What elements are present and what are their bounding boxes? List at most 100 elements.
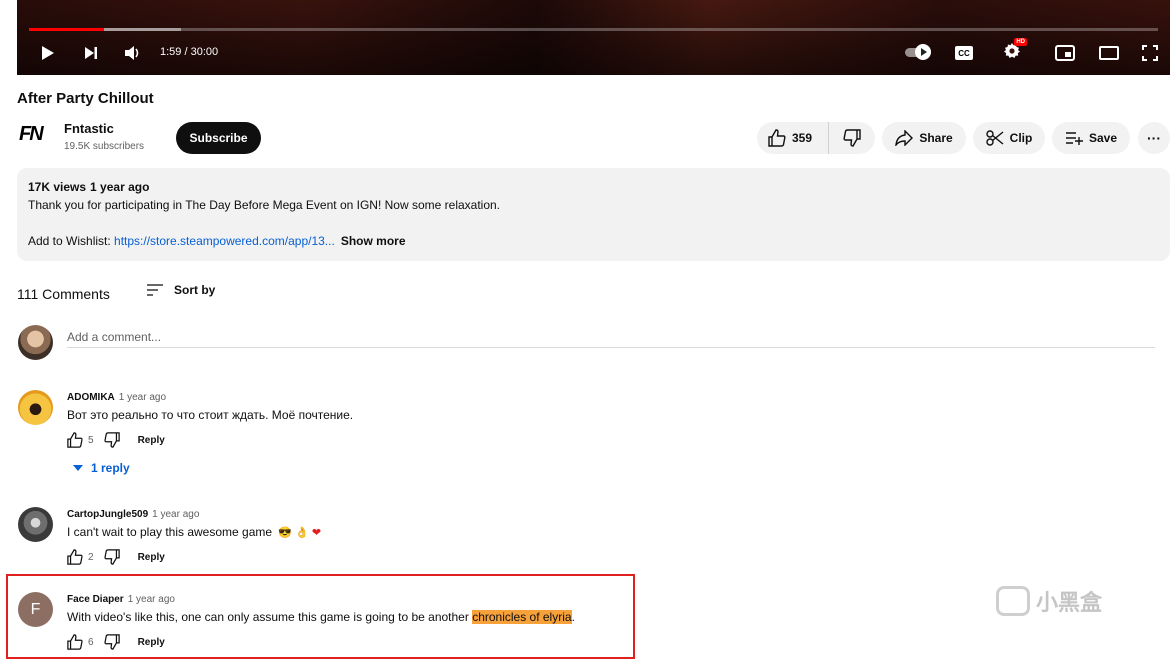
- scissors-icon: [985, 130, 1004, 146]
- share-icon: [895, 130, 914, 146]
- fullscreen-button[interactable]: [1138, 42, 1162, 64]
- reply-button[interactable]: Reply: [138, 637, 165, 648]
- miniplayer-icon: [1055, 45, 1075, 61]
- comment-like-count: 2: [88, 551, 94, 563]
- sort-icon: [147, 284, 163, 296]
- watermark-logo-icon: [996, 586, 1030, 616]
- description-meta: 17K views 1 year ago: [28, 180, 153, 194]
- captions-icon: CC: [955, 46, 973, 60]
- thumbs-up-icon[interactable]: [67, 432, 83, 448]
- hd-badge: HD: [1014, 37, 1027, 46]
- commenter-avatar[interactable]: [18, 390, 53, 425]
- comment-author[interactable]: CartopJungle509: [67, 509, 148, 520]
- like-count: 359: [792, 131, 813, 145]
- share-label: Share: [919, 131, 953, 145]
- reply-button[interactable]: Reply: [138, 552, 165, 563]
- next-icon: [85, 47, 97, 59]
- clip-button[interactable]: Clip: [973, 122, 1045, 154]
- sunglasses-emoji-icon: 😎: [278, 527, 293, 539]
- commenter-avatar[interactable]: F: [18, 592, 53, 627]
- caret-down-icon: [73, 465, 83, 471]
- progress-played: [29, 28, 104, 31]
- autoplay-toggle[interactable]: [905, 44, 933, 60]
- description-text: Thank you for participating in The Day B…: [28, 198, 501, 212]
- replies-count: 1 reply: [91, 461, 130, 475]
- time-display: 1:59 / 30:00: [160, 46, 219, 58]
- thumbs-up-icon[interactable]: [67, 549, 83, 565]
- comment-header: Face Diaper 1 year ago: [67, 594, 175, 605]
- comment-author[interactable]: Face Diaper: [67, 594, 124, 605]
- autoplay-play-icon: [915, 44, 931, 60]
- add-comment-input[interactable]: [67, 326, 1155, 348]
- ok-hand-emoji-icon: 👌: [295, 527, 309, 539]
- more-icon: ···: [1147, 130, 1161, 146]
- reply-button[interactable]: Reply: [138, 435, 165, 446]
- comment-thread: CartopJungle509 1 year ago I can't wait t…: [0, 507, 1175, 587]
- show-more-button[interactable]: Show more: [341, 234, 406, 248]
- next-button[interactable]: [80, 42, 102, 64]
- comment-text-line: I can't wait to play this awesome game 😎…: [67, 525, 321, 539]
- comment-text: Вот это реально то что стоит ждать. Моё …: [67, 408, 354, 422]
- comment-like-count: 5: [88, 434, 94, 446]
- settings-button[interactable]: HD: [1000, 37, 1027, 64]
- thumbs-down-icon[interactable]: [103, 634, 120, 650]
- comment-text-after: .: [571, 610, 575, 624]
- theater-mode-button[interactable]: [1097, 42, 1121, 64]
- miniplayer-button[interactable]: [1053, 42, 1077, 64]
- comment-actions: 6 Reply: [67, 634, 165, 650]
- subscribe-button[interactable]: Subscribe: [176, 122, 261, 154]
- clip-label: Clip: [1009, 131, 1033, 145]
- channel-logo[interactable]: FN: [19, 123, 49, 153]
- progress-bar[interactable]: [29, 28, 1158, 31]
- video-player[interactable]: 1:59 / 30:00 CC HD: [17, 0, 1170, 75]
- heart-emoji-icon: ❤: [311, 527, 322, 539]
- comment-time[interactable]: 1 year ago: [119, 392, 166, 403]
- comments-count: 111 Comments: [17, 286, 110, 302]
- thumbs-up-icon: [768, 129, 786, 147]
- view-replies-button[interactable]: 1 reply: [73, 461, 130, 475]
- comment-header: ADOMIKA 1 year ago: [67, 392, 166, 403]
- comment-author[interactable]: ADOMIKA: [67, 392, 115, 403]
- video-title: After Party Chillout: [17, 90, 154, 107]
- fullscreen-icon: [1142, 45, 1158, 61]
- subscriber-count: 19.5K subscribers: [64, 141, 145, 152]
- like-button[interactable]: 359: [757, 122, 829, 154]
- comment-time[interactable]: 1 year ago: [152, 509, 199, 520]
- play-icon: [42, 46, 54, 60]
- comment-thread: ADOMIKA 1 year ago Вот это реально то что…: [0, 390, 1175, 475]
- comment-like-count: 6: [88, 636, 94, 648]
- thumbs-down-icon[interactable]: [103, 432, 120, 448]
- captions-button[interactable]: CC: [953, 42, 975, 64]
- watermark-text: 小黑盒: [1036, 590, 1103, 615]
- share-button[interactable]: Share: [882, 122, 966, 154]
- steam-store-link[interactable]: https://store.steampowered.com/app/13...: [114, 234, 335, 248]
- commenter-avatar[interactable]: [18, 507, 53, 542]
- more-actions-button[interactable]: ···: [1138, 122, 1170, 154]
- volume-button[interactable]: [121, 42, 145, 64]
- sort-by-button[interactable]: Sort by: [146, 283, 215, 297]
- thumbs-down-icon[interactable]: [103, 549, 120, 565]
- playlist-add-icon: [1065, 132, 1083, 145]
- thumbs-up-icon[interactable]: [67, 634, 83, 650]
- save-button[interactable]: Save: [1052, 122, 1130, 154]
- current-user-avatar[interactable]: [18, 325, 53, 360]
- description-box[interactable]: 17K views 1 year ago Thank you for partic…: [17, 168, 1170, 261]
- dislike-button[interactable]: [829, 122, 875, 154]
- theater-icon: [1099, 46, 1119, 60]
- comment-time[interactable]: 1 year ago: [128, 594, 175, 605]
- like-dislike-group: 359: [757, 122, 875, 154]
- play-button[interactable]: [37, 42, 59, 64]
- comment-header: CartopJungle509 1 year ago: [67, 509, 199, 520]
- sort-by-label: Sort by: [174, 283, 216, 297]
- watermark: 小黑盒: [996, 585, 1102, 617]
- comment-text: I can't wait to play this awesome game: [67, 525, 273, 539]
- view-count: 17K views: [28, 180, 87, 194]
- save-label: Save: [1088, 131, 1118, 145]
- thumbs-down-icon: [843, 129, 861, 147]
- comment-actions: 2 Reply: [67, 549, 165, 565]
- channel-name[interactable]: Fntastic: [64, 121, 114, 136]
- volume-icon: [125, 46, 139, 60]
- upload-age: 1 year ago: [90, 180, 150, 194]
- comment-actions: 5 Reply: [67, 432, 165, 448]
- settings-gear: HD: [1004, 37, 1027, 64]
